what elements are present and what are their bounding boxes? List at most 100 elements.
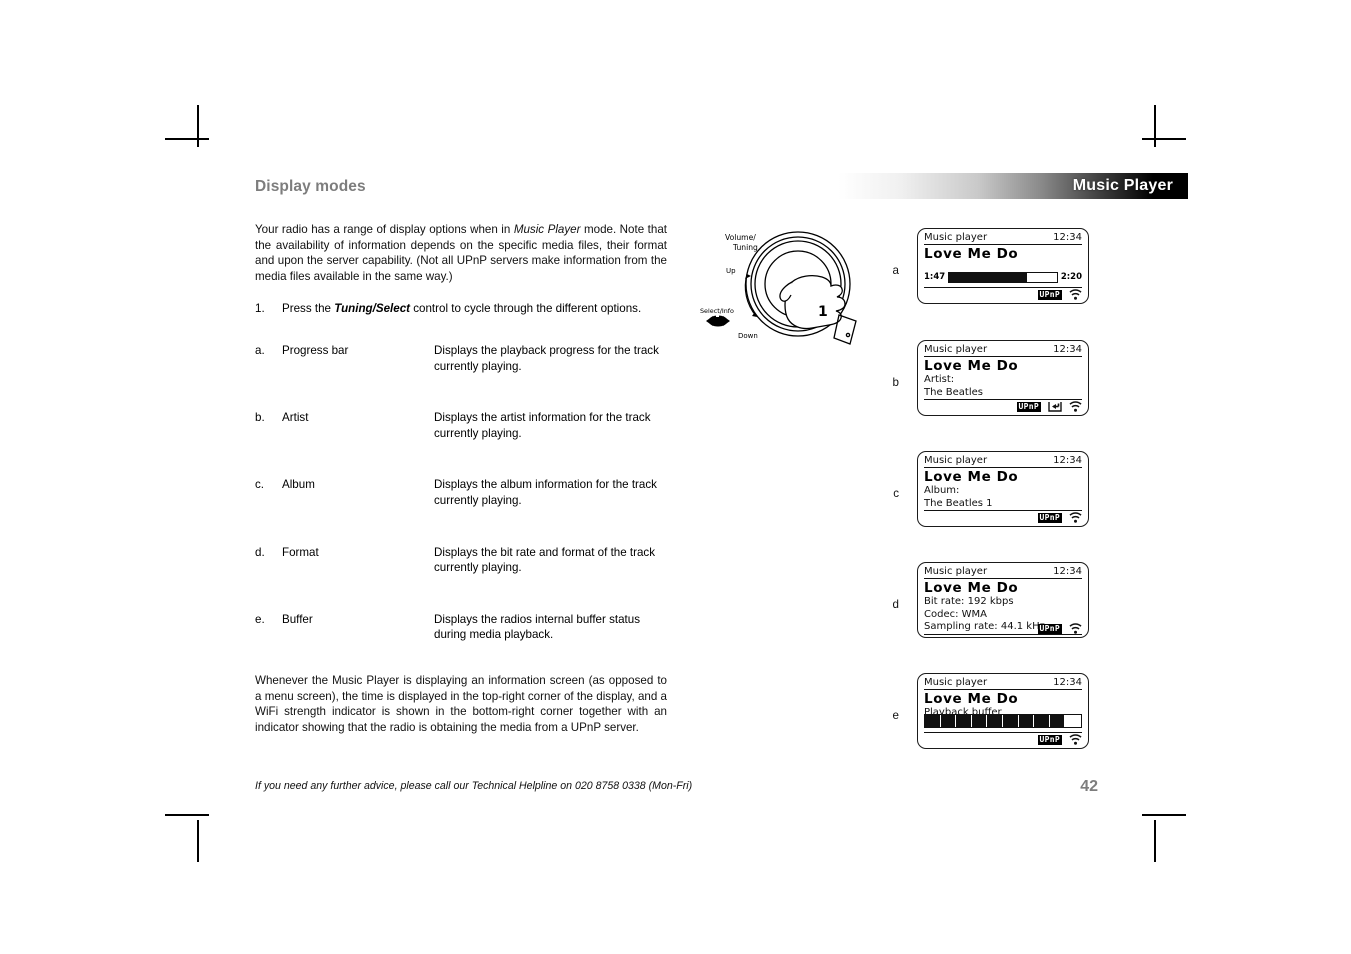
wifi-icon [1069,289,1082,300]
upnp-badge-icon: UPnP [1016,401,1041,412]
definition-marker: e. [255,612,265,626]
definition-term: Buffer [282,612,313,626]
lcd-status-bar: Music player 12:34 [924,677,1082,690]
lcd-indicator-bar: UPnP [924,288,1082,301]
buffer-segment [925,715,941,727]
lcd-screen-progress: Music player 12:34 Love Me Do 1:47 2:20 … [917,228,1089,304]
crop-mark-bottom-left-v [197,820,199,862]
wifi-icon [1069,734,1082,745]
upnp-badge-icon: UPnP [1037,512,1062,523]
buffer-segment [1018,715,1035,727]
return-arrow-icon [1048,402,1062,412]
lcd-indicator-bar: UPnP [924,511,1082,524]
lcd-clock: 12:34 [1053,566,1082,577]
lcd-screen-album: Music player 12:34 Love Me Do Album: The… [917,451,1089,527]
crop-mark-bottom-right-v [1154,820,1156,862]
buffer-segment [971,715,988,727]
progress-bar-fill [949,272,1027,282]
section-heading: Display modes [255,178,366,195]
crop-mark-top-right-h [1142,138,1186,140]
definition-description: Displays the playback progress for the t… [434,343,659,373]
elapsed-time: 1:47 [924,272,946,282]
section-header-bar: Music Player [838,173,1188,199]
lcd-info-line: Codec: WMA [924,608,988,620]
lcd-track-title: Love Me Do [924,469,1019,485]
definition-row-d: d. Format Displays the bit rate and form… [255,545,667,576]
lcd-info-line: The Beatles [924,386,983,398]
lcd-screen-artist: Music player 12:34 Love Me Do Artist: Th… [917,340,1089,416]
lcd-mode-label: Music player [924,344,988,355]
definition-row-e: e. Buffer Displays the radios internal b… [255,612,667,643]
screen-letter-d: d [892,598,899,611]
step-pre: Press the [282,302,335,316]
definition-marker: b. [255,411,265,425]
step-item: 1. Press the Tuning/Select control to cy… [255,301,667,317]
lcd-indicator-bar: UPnP [924,622,1082,635]
step-marker: 1. [255,302,265,316]
definition-row-b: b. Artist Displays the artist informatio… [255,410,667,441]
definition-description: Displays the radios internal buffer stat… [434,612,641,642]
lcd-info-line: Album: [924,485,960,496]
lcd-clock: 12:34 [1053,232,1082,243]
upnp-badge-icon: UPnP [1037,734,1062,745]
helpline-note: If you need any further advice, please c… [255,780,693,792]
crop-mark-top-left-v [197,105,199,147]
definition-term: Artist [282,411,309,425]
lcd-track-title: Love Me Do [924,691,1019,707]
lcd-clock: 12:34 [1053,344,1082,355]
tuning-knob-illustration: 1 Volume/ Tuning Up Select/Info Down [700,222,880,362]
crop-mark-bottom-right-h [1142,814,1186,816]
lcd-status-bar: Music player 12:34 [924,344,1082,357]
step-bold: Tuning/Select [334,302,411,316]
definition-description: Displays the album information for the t… [434,478,657,507]
lcd-mode-label: Music player [924,677,988,688]
upnp-badge-icon: UPnP [1037,289,1062,300]
page-title: Music Player [1072,177,1173,194]
closing-paragraph: Whenever the Music Player is displaying … [255,673,667,734]
definition-description: Displays the bit rate and format of the … [434,545,656,575]
crop-mark-top-left-h [165,138,209,140]
lcd-info-line: The Beatles 1 [924,497,993,509]
crop-mark-bottom-left-h [165,814,209,816]
screen-letter-a: a [892,264,899,277]
knob-label-volume: Volume/ [725,233,756,242]
definition-row-a: a. Progress bar Displays the playback pr… [255,343,667,374]
wifi-icon [1069,401,1082,412]
lcd-indicator-bar: UPnP [924,400,1082,413]
wifi-icon [1069,512,1082,523]
definition-term: Album [282,478,315,492]
lcd-mode-label: Music player [924,232,988,243]
knob-label-tuning: Tuning [732,243,758,252]
upnp-badge-icon: UPnP [1037,623,1062,634]
definition-term: Format [282,545,319,559]
buffer-segment [1049,715,1066,727]
buffer-segment [940,715,957,727]
buffer-segment [1002,715,1019,727]
definition-term: Progress bar [282,343,349,357]
lcd-info-line: Artist: [924,374,955,385]
knob-diagram-svg: 1 Volume/ Tuning Up Select/Info Down [700,231,857,345]
intro-part1: Your radio has a range of display option… [255,223,514,236]
buffer-row [924,714,1082,728]
page-number: 42 [1080,778,1098,795]
lcd-indicator-bar: UPnP [924,733,1082,746]
lcd-track-title: Love Me Do [924,246,1019,262]
progress-bar [948,271,1058,283]
lcd-screen-buffer: Music player 12:34 Love Me Do Playback b… [917,673,1089,749]
wifi-icon [1069,623,1082,634]
screen-letter-c: c [893,487,899,500]
definition-marker: a. [255,343,265,357]
lcd-status-bar: Music player 12:34 [924,455,1082,468]
definition-marker: c. [255,478,265,492]
knob-label-down: Down [738,332,758,340]
manual-page: Music Player Display modes Your radio ha… [0,0,1351,954]
step-text: Press the Tuning/Select control to cycle… [282,301,667,317]
lcd-clock: 12:34 [1053,455,1082,466]
definition-row-c: c. Album Displays the album information … [255,477,667,508]
screen-letter-e: e [892,709,899,722]
lcd-track-title: Love Me Do [924,580,1019,596]
lcd-mode-label: Music player [924,566,988,577]
intro-paragraph: Your radio has a range of display option… [255,222,667,284]
crop-mark-top-right-v [1154,105,1156,147]
lcd-screen-format: Music player 12:34 Love Me Do Bit rate: … [917,562,1089,638]
